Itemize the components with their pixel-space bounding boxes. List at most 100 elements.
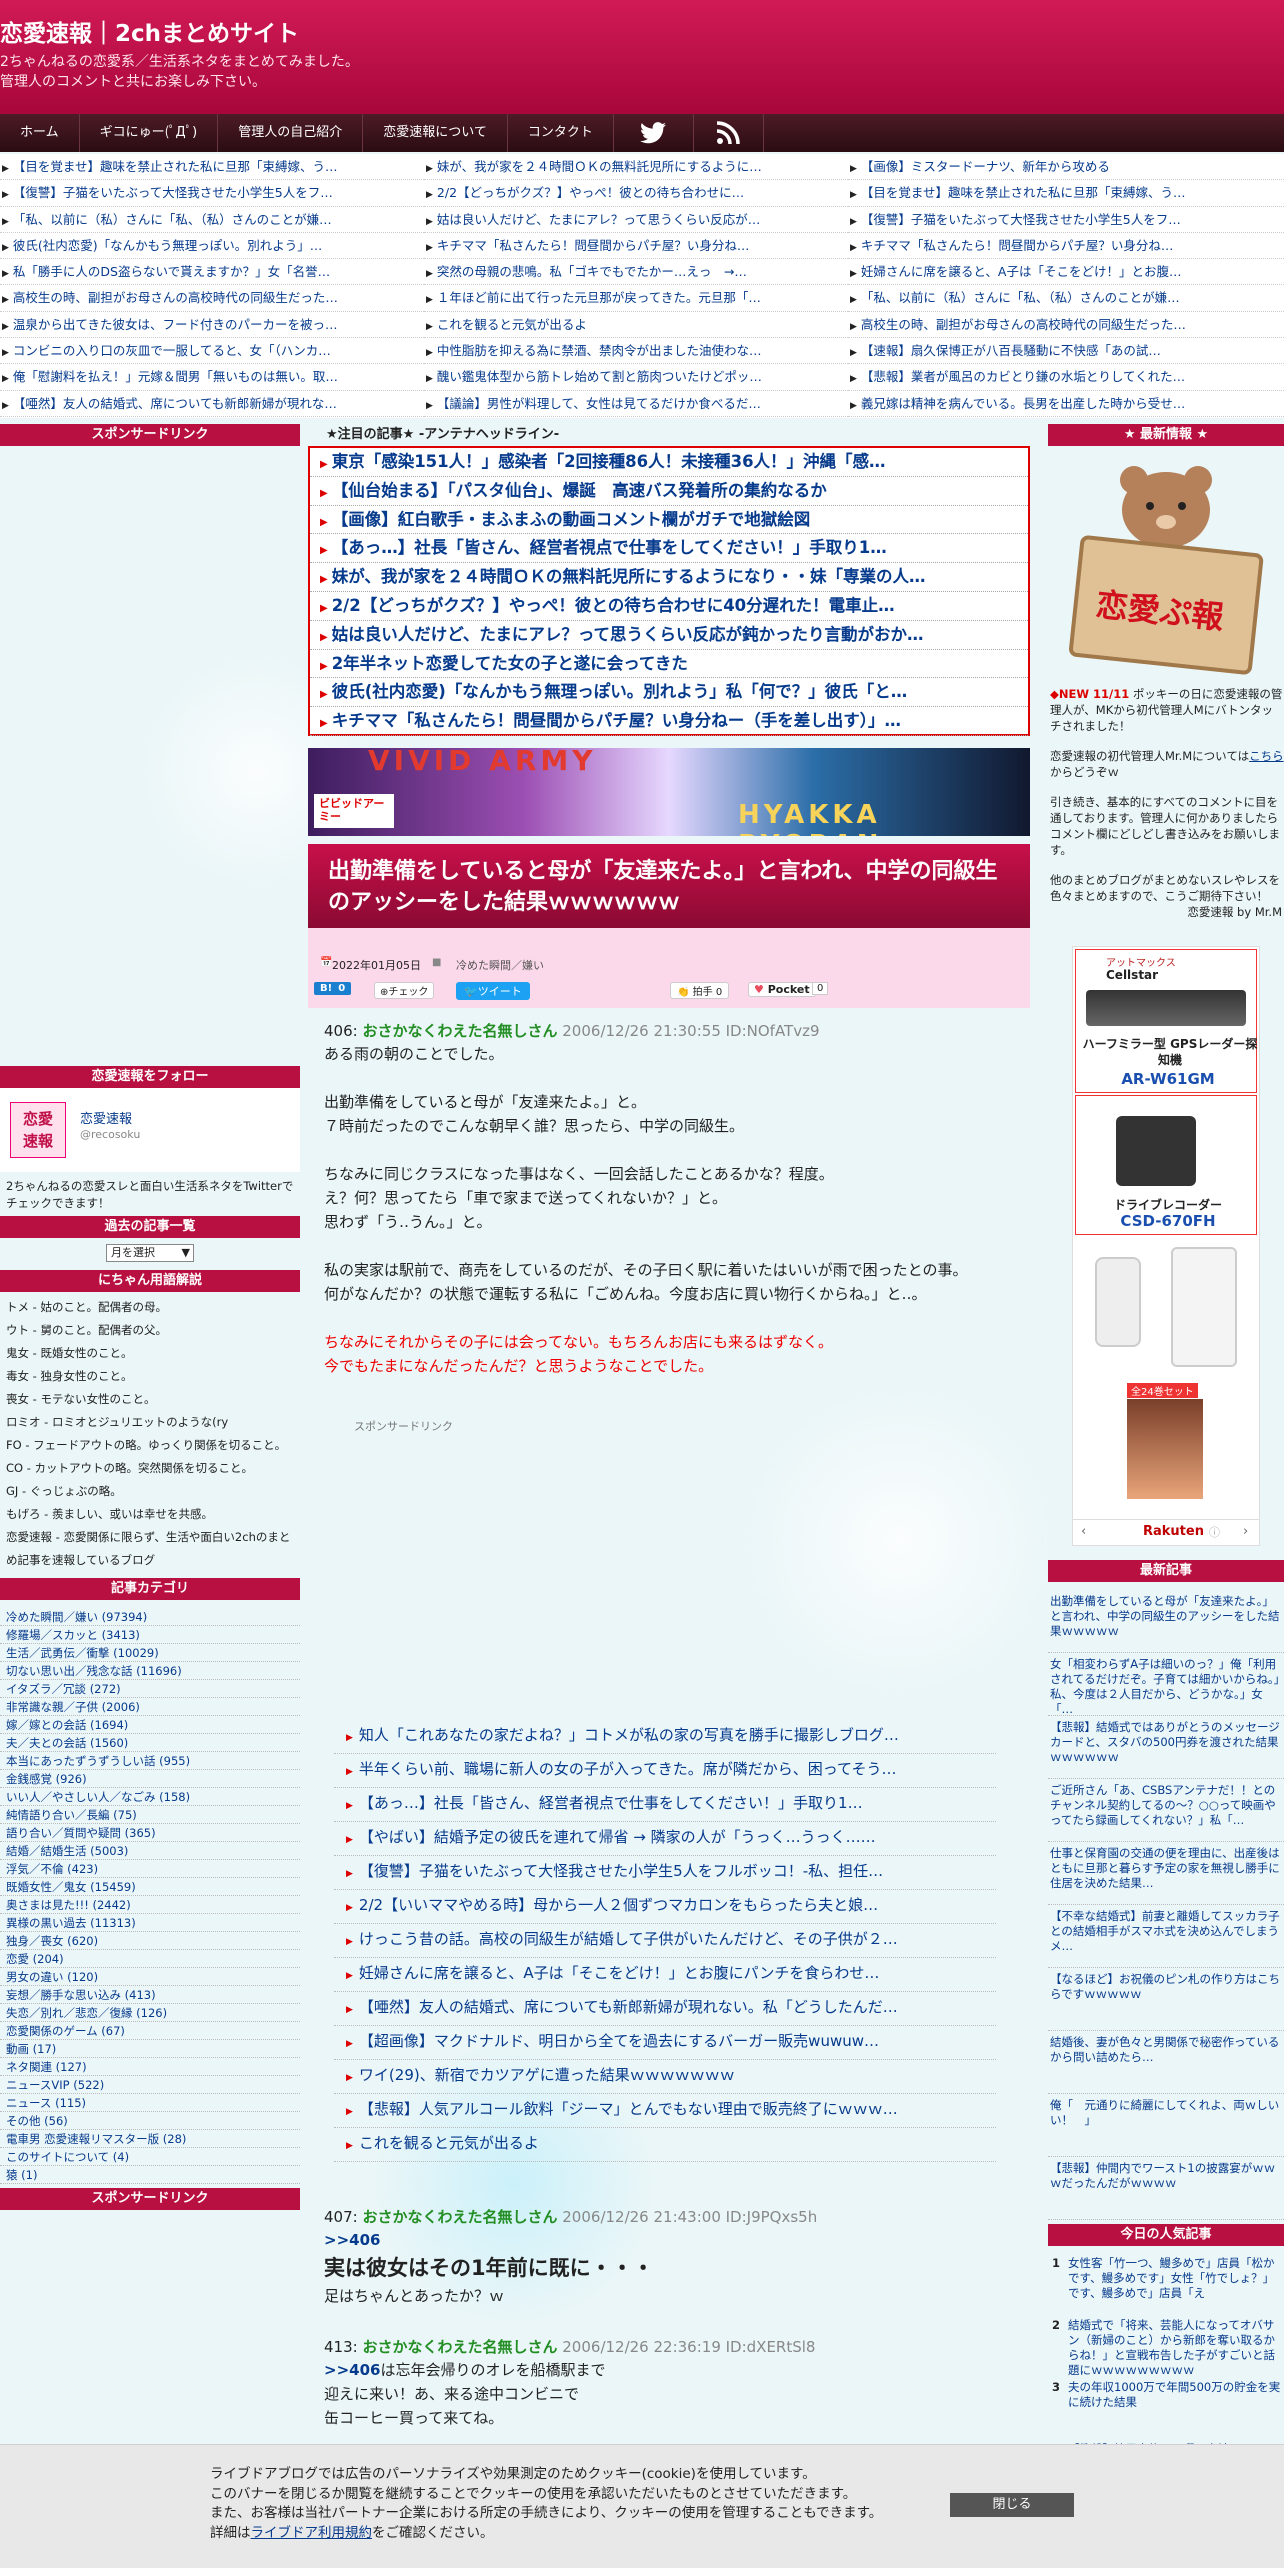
pickup-item[interactable]: キチママ「私さんたら！問昼間からパチ屋？い身分ねー（手を差し出す）」… bbox=[310, 707, 1028, 736]
ticker-item[interactable]: 「私、以前に（私）さんに「私、（私）さんのことが嫌… bbox=[0, 207, 424, 233]
nav-home[interactable]: ホーム bbox=[0, 114, 80, 152]
category-item[interactable]: 切ない思い出／残念な話 (11696) bbox=[0, 1662, 300, 1680]
nav-contact[interactable]: コンタクト bbox=[508, 114, 614, 152]
res-anchor[interactable]: >>406 bbox=[324, 2228, 1026, 2252]
popular-item[interactable]: 1 女性客「竹一つ、鰻多めで」店員「松かです、鰻多めです」女性「竹でしょ？」です、… bbox=[1048, 2252, 1284, 2314]
category-item[interactable]: ニュース (115) bbox=[0, 2094, 300, 2112]
pickup-item[interactable]: 【画像】紅白歌手・まふまふの動画コメント欄がガチで地獄絵図 bbox=[310, 506, 1028, 535]
hatena-bookmark-button[interactable]: B! 0 bbox=[314, 982, 352, 995]
category-item[interactable]: 浮気／不倫 (423) bbox=[0, 1860, 300, 1878]
category-item[interactable]: 本当にあったずうずうしい話 (955) bbox=[0, 1752, 300, 1770]
related-item[interactable]: 【やばい】結婚予定の彼氏を連れて帰省 → 隣家の人が「うっく…うっく…… bbox=[334, 1822, 996, 1856]
chevron-right-icon[interactable]: › bbox=[1243, 1524, 1248, 1539]
category-item[interactable]: 恋愛 (204) bbox=[0, 1950, 300, 1968]
ticker-item[interactable]: 【目を覚ませ】趣味を禁止された私に旦那「束縛嫁、う… bbox=[0, 154, 424, 181]
ticker-item[interactable]: 【復讐】子猫をいたぶって大怪我させた小学生5人をフ… bbox=[848, 207, 1284, 233]
category-item[interactable]: 嫁／嫁との会話 (1694) bbox=[0, 1716, 300, 1734]
pickup-item[interactable]: 彼氏(社内恋愛)「なんかもう無理っぽい。別れよう」私「何で？」彼氏「と… bbox=[310, 678, 1028, 708]
category-item[interactable]: 生活／武勇伝／衝撃 (10029) bbox=[0, 1644, 300, 1662]
pickup-item[interactable]: 2年半ネット恋愛してた女の子と遂に会ってきた bbox=[310, 650, 1028, 679]
popular-item[interactable]: 3 夫の年収1000万で年間500万の貯金を実に続けた結果 bbox=[1048, 2376, 1284, 2438]
category-item[interactable]: 男女の違い (120) bbox=[0, 1968, 300, 1986]
related-item[interactable]: 【超画像】マクドナルド、明日から全てを過去にするバーガー販売wuwuw… bbox=[334, 2026, 996, 2060]
ticker-item[interactable]: 高校生の時、副担がお母さんの高校時代の同級生だった… bbox=[848, 312, 1284, 339]
category-item[interactable]: 非常識な親／子供 (2006) bbox=[0, 1698, 300, 1716]
nav-profile[interactable]: 管理人の自己紹介 bbox=[218, 114, 364, 152]
pickup-item[interactable]: 東京「感染151人！」感染者「2回接種86人！未接種36人！」沖縄「感… bbox=[310, 448, 1028, 477]
popular-item[interactable]: 2 結婚式で「将来、芸能人になってオバサン（新婦のこと）から新郎を奪い取るからね！… bbox=[1048, 2314, 1284, 2376]
ticker-item[interactable]: 【画像】ミスタードーナツ、新年から攻める bbox=[848, 154, 1284, 181]
related-item[interactable]: 半年くらい前、職場に新人の女の子が入ってきた。席が隣だから、困ってそう… bbox=[334, 1754, 996, 1788]
category-item[interactable]: その他 (56) bbox=[0, 2112, 300, 2130]
rss-icon[interactable] bbox=[694, 114, 764, 152]
category-item[interactable]: 異様の黒い過去 (11313) bbox=[0, 1914, 300, 1932]
ad-item-manga[interactable]: 全24巻セット bbox=[1075, 1379, 1257, 1505]
twitter-profile[interactable]: 恋愛 速報 恋愛速報 @recosoku bbox=[0, 1088, 300, 1172]
post-category[interactable]: 冷めた瞬間／嫌い bbox=[456, 957, 544, 973]
ticker-item[interactable]: 【復讐】子猫をいたぶって大怪我させた小学生5人をフ… bbox=[0, 180, 424, 207]
ticker-item[interactable]: キチママ「私さんたら！問昼間からパチ屋？い身分ね… bbox=[848, 233, 1284, 260]
category-item[interactable]: ニュースVIP (522) bbox=[0, 2076, 300, 2094]
category-item[interactable]: 冷めた瞬間／嫌い (97394) bbox=[0, 1608, 300, 1626]
nav-about[interactable]: 恋愛速報について bbox=[363, 114, 508, 152]
category-item[interactable]: 結婚／結婚生活 (5003) bbox=[0, 1842, 300, 1860]
ticker-item[interactable]: コンビニの入り口の灰皿で一服してると、女「（ハンカ… bbox=[0, 338, 424, 365]
category-item[interactable]: イタズラ／冗談 (272) bbox=[0, 1680, 300, 1698]
ticker-item[interactable]: 妊婦さんに席を譲ると、A子は「そこをどけ！」とお腹… bbox=[848, 259, 1284, 286]
ticker-item[interactable]: 突然の母親の悲鳴。私「ゴキでもでたかー…えっ →… bbox=[424, 259, 848, 286]
ticker-item[interactable]: 彼氏(社内恋愛)「なんかもう無理っぽい。別れよう」… bbox=[0, 233, 424, 260]
latest-item[interactable]: 俺「 元通りに綺麗にしてくれよ、両ｗしいい！ 」 bbox=[1048, 2094, 1284, 2157]
category-item[interactable]: このサイトについて (4) bbox=[0, 2148, 300, 2166]
category-item[interactable]: 独身／喪女 (620) bbox=[0, 1932, 300, 1950]
latest-item[interactable]: 【悲報】結婚式ではありがとうのメッセージカードと、スタバの500円券を渡された結… bbox=[1048, 1716, 1284, 1779]
res-anchor[interactable]: >>406 bbox=[324, 2361, 380, 2379]
profile-name[interactable]: 恋愛速報 bbox=[80, 1108, 132, 1127]
related-item[interactable]: 【悲報】人気アルコール飲料「ジーマ」とんでもない理由で販売終了にｗｗｗ… bbox=[334, 2094, 996, 2128]
category-item[interactable]: 電車男 恋愛速報リマスター版 (28) bbox=[0, 2130, 300, 2148]
ticker-item[interactable]: 【速報】扇久保博正が八百長騒動に不快感「あの試… bbox=[848, 338, 1284, 365]
archive-select[interactable]: 月を選択 ▼ bbox=[106, 1244, 194, 1262]
related-item[interactable]: 【あっ…】社長「皆さん、経営者視点で仕事をしてください！」手取り1… bbox=[334, 1788, 996, 1822]
chevron-left-icon[interactable]: ‹ bbox=[1081, 1524, 1086, 1539]
category-item[interactable]: 修羅場／スカッと (3413) bbox=[0, 1626, 300, 1644]
category-item[interactable]: 奥さまは見た!!! (2442) bbox=[0, 1896, 300, 1914]
ticker-item[interactable]: 【議論】男性が料理して、女性は見てるだけか食べるだ… bbox=[424, 391, 848, 417]
related-item[interactable]: 妊婦さんに席を譲ると、A子は「そこをどけ！」とお腹にパンチを食らわせ… bbox=[334, 1958, 996, 1992]
latest-item[interactable]: 出勤準備をしていると母が「友達来たよ。」と言われ、中学の同級生のアッシーをした結… bbox=[1048, 1590, 1284, 1653]
ticker-item[interactable]: 【悲報】業者が風呂のカビとり鎌の水垢とりしてくれた… bbox=[848, 364, 1284, 391]
category-item[interactable]: 妄想／勝手な思い込み (413) bbox=[0, 1986, 300, 2004]
pocket-button[interactable]: ♥ Pocket bbox=[748, 982, 816, 997]
latest-item[interactable]: 【不幸な結婚式】前妻と離婚してスッカラ子との結婚相手がスマホ式を決め込んでしまう… bbox=[1048, 1905, 1284, 1968]
twitter-icon[interactable] bbox=[614, 114, 694, 152]
site-title[interactable]: 恋愛速報｜2chまとめサイト bbox=[0, 14, 299, 48]
related-item[interactable]: これを観ると元気が出るよ bbox=[334, 2128, 996, 2162]
ticker-item[interactable]: 私「勝手に人のDS盗らないで貰えますか？」女「名誉… bbox=[0, 259, 424, 286]
category-item[interactable]: 夫／夫との会話 (1560) bbox=[0, 1734, 300, 1752]
game-banner[interactable]: ビビッドアーミー VIVID ARMY HYAKKA RYORAN bbox=[308, 748, 1030, 836]
pickup-item[interactable]: 姑は良い人だけど、たまにアレ？って思うくらい反応が鈍かったり言動がおか… bbox=[310, 621, 1028, 650]
category-item[interactable]: 失恋／別れ／悲恋／復縁 (126) bbox=[0, 2004, 300, 2022]
category-item[interactable]: 恋愛関係のゲーム (67) bbox=[0, 2022, 300, 2040]
hakushu-button[interactable]: 👏 拍手 0 bbox=[670, 982, 730, 999]
info-icon[interactable]: ⓘ bbox=[1209, 1524, 1220, 1540]
ad-item-monitor[interactable] bbox=[1075, 1237, 1257, 1377]
ticker-item[interactable]: 温泉から出てきた彼女は、フード付きのパーカーを被っ… bbox=[0, 312, 424, 339]
terms-link[interactable]: ライブドア利用規約 bbox=[251, 2525, 373, 2541]
ticker-item[interactable]: 中性脂肪を抑える為に禁酒、禁肉令が出ました油使わな… bbox=[424, 338, 848, 365]
related-item[interactable]: 知人「これあなたの家だよね？」コトメが私の家の写真を勝手に撮影しブログ… bbox=[334, 1720, 996, 1754]
related-item[interactable]: 【唖然】友人の結婚式、席についても新郎新婦が現れない。私「どうしたんだ… bbox=[334, 1992, 996, 2026]
related-item[interactable]: ワイ(29)、新宿でカツアゲに遭った結果ｗｗｗｗｗｗｗ bbox=[334, 2060, 996, 2094]
category-item[interactable]: 動画 (17) bbox=[0, 2040, 300, 2058]
latest-item[interactable]: ご近所さん「あ、CSBSアンテナだ！！とのチャンネル契約してるの～？○○って映画… bbox=[1048, 1779, 1284, 1842]
category-item[interactable]: 語り合い／質問や疑問 (365) bbox=[0, 1824, 300, 1842]
ticker-item[interactable]: 【唖然】友人の結婚式、席についても新郎新婦が現れな… bbox=[0, 391, 424, 417]
ticker-item[interactable]: キチママ「私さんたら！問昼間からパチ屋？い身分ね… bbox=[424, 233, 848, 260]
category-item[interactable]: いい人／やさしい人／なごみ (158) bbox=[0, 1788, 300, 1806]
ticker-item[interactable]: これを観ると元気が出るよ bbox=[424, 312, 848, 339]
ticker-item[interactable]: 高校生の時、副担がお母さんの高校時代の同級生だった… bbox=[0, 285, 424, 312]
related-item[interactable]: 2/2【いいママやめる時】母から一人２個ずつマカロンをもらったら夫と娘… bbox=[334, 1890, 996, 1924]
pickup-item[interactable]: 2/2【どっちがクズ？】やっぺ！彼との待ち合わせに40分遅れた！電車止… bbox=[310, 592, 1028, 621]
latest-item[interactable]: 仕事と保育園の交通の便を理由に、出産後はともに旦那と暮らす予定の家を無視し勝手に… bbox=[1048, 1842, 1284, 1905]
check-button[interactable]: ⊕チェック bbox=[374, 982, 435, 999]
tweet-button[interactable]: 🐦ツイート bbox=[456, 982, 530, 1000]
